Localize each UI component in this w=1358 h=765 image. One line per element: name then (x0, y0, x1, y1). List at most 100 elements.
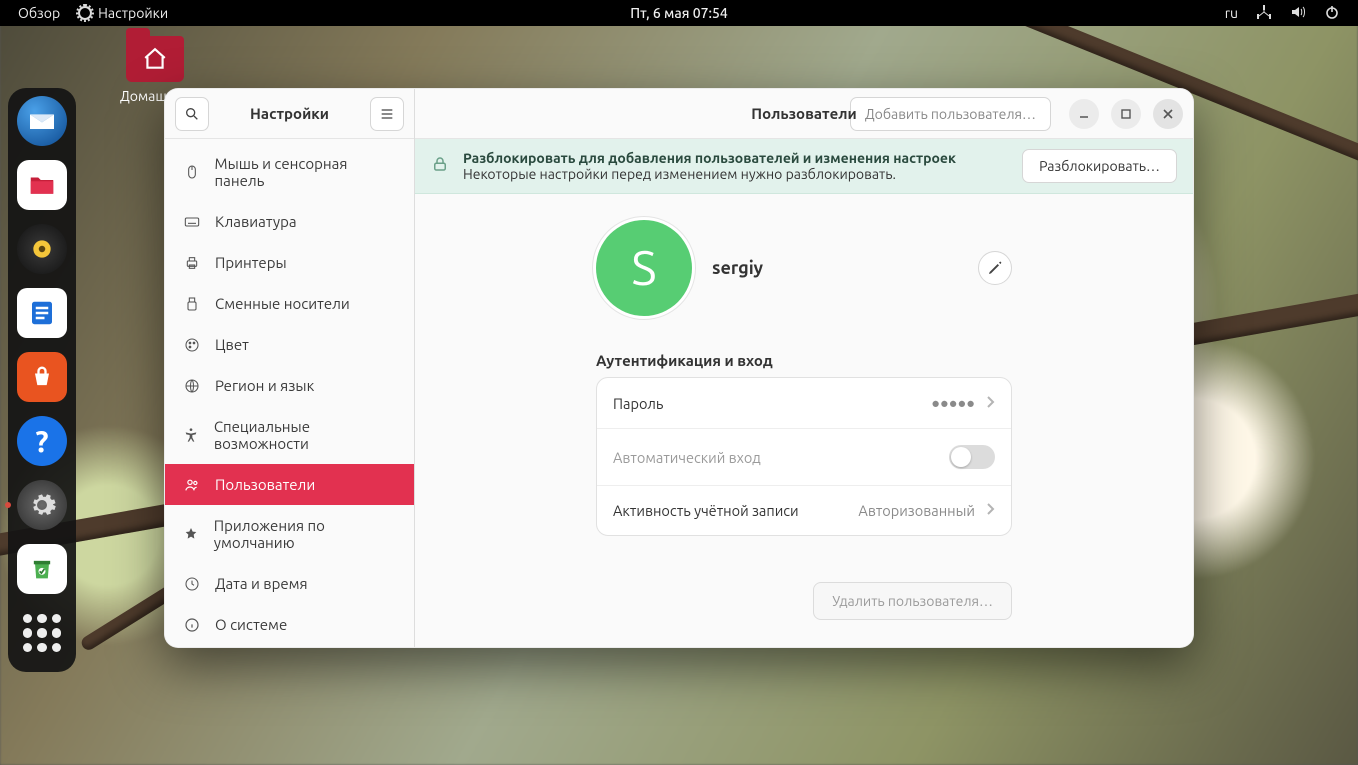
sidebar-item-palette[interactable]: Цвет (165, 324, 414, 365)
sidebar-item-label: Регион и язык (215, 377, 314, 394)
sidebar-item-info[interactable]: О системе (165, 604, 414, 645)
window-maximize-button[interactable] (1111, 99, 1141, 129)
dock-settings[interactable] (17, 480, 67, 530)
edit-user-button[interactable] (978, 251, 1012, 285)
star-icon data-interactable= (183, 526, 200, 542)
lock-icon (431, 155, 449, 177)
autologin-switch[interactable] (949, 445, 995, 469)
minimize-icon (1078, 108, 1090, 120)
sidebar-item-a11y[interactable]: Специальные возможности (165, 406, 414, 464)
search-icon (184, 106, 200, 122)
usb-icon data-interactable= (183, 296, 201, 312)
sidebar-item-label: Мышь и сенсорная панель (215, 155, 396, 189)
sidebar-item-usb[interactable]: Сменные носители (165, 283, 414, 324)
auth-section-label: Аутентификация и вход (596, 352, 1012, 369)
sidebar-item-label: Сменные носители (215, 295, 350, 312)
dock-files[interactable] (17, 160, 67, 210)
user-header: S sergiy (596, 220, 1012, 316)
running-indicator (5, 502, 11, 508)
volume-icon[interactable] (1290, 4, 1306, 23)
sidebar-header: Настройки (165, 89, 414, 139)
gear-icon (78, 6, 92, 20)
top-panel: Обзор Настройки Пт, 6 мая 07:54 ru (0, 0, 1358, 26)
unlock-banner: Разблокировать для добавления пользовате… (415, 139, 1193, 194)
activities-button[interactable]: Обзор (18, 5, 60, 21)
row-activity[interactable]: Активность учётной записи Авторизованный (597, 486, 1011, 535)
row-password-label: Пароль (613, 395, 663, 412)
sidebar-item-mouse[interactable]: Мышь и сенсорная панель (165, 143, 414, 201)
dock-writer[interactable] (17, 288, 67, 338)
sidebar-item-globe[interactable]: Регион и язык (165, 365, 414, 406)
sidebar-item-label: Дата и время (215, 575, 308, 592)
window-close-button[interactable] (1153, 99, 1183, 129)
dock: ? (8, 88, 76, 672)
dock-thunderbird[interactable] (17, 96, 67, 146)
sidebar-item-label: Специальные возможности (214, 418, 396, 452)
menu-button[interactable] (370, 97, 404, 131)
maximize-icon (1120, 108, 1132, 120)
settings-sidebar: Настройки Мышь и сенсорная панель Клавиат… (165, 89, 415, 647)
hamburger-icon (379, 106, 395, 122)
row-autologin-label: Автоматический вход (613, 449, 761, 466)
keyboard-layout-indicator[interactable]: ru (1225, 5, 1238, 21)
sidebar-item-clock[interactable]: Дата и время (165, 563, 414, 604)
app-menu[interactable]: Настройки (78, 5, 168, 21)
sidebar-item-label: Принтеры (215, 254, 287, 271)
sidebar-item-users[interactable]: Пользователи (165, 464, 414, 505)
banner-text: Разблокировать для добавления пользовате… (463, 150, 1008, 182)
window-minimize-button[interactable] (1069, 99, 1099, 129)
palette-icon data-interactable= (183, 337, 201, 353)
settings-main: Пользователи Добавить пользователя… Разб… (415, 89, 1193, 647)
folder-icon (126, 36, 184, 82)
delete-user-button[interactable]: Удалить пользователя… (813, 582, 1012, 620)
sidebar-item-label: Приложения по умолчанию (214, 517, 396, 551)
sidebar-item-label: Клавиатура (215, 213, 297, 230)
content-area: S sergiy Аутентификация и вход Пароль ●●… (415, 194, 1193, 647)
sidebar-item-printer[interactable]: Принтеры (165, 242, 414, 283)
unlock-button[interactable]: Разблокировать… (1022, 149, 1177, 183)
dock-trash[interactable] (17, 544, 67, 594)
banner-sub: Некоторые настройки перед изменением нуж… (463, 166, 1008, 182)
user-name: sergiy (712, 258, 763, 278)
app-menu-label: Настройки (98, 5, 168, 21)
auth-list: Пароль ●●●●● Автоматический вход Активно… (596, 377, 1012, 536)
search-button[interactable] (175, 97, 209, 131)
sidebar-title: Настройки (219, 105, 360, 122)
clock[interactable]: Пт, 6 мая 07:54 (630, 5, 727, 21)
sidebar-item-label: Цвет (215, 336, 249, 353)
row-password-value: ●●●●● (931, 394, 975, 412)
a11y-icon data-interactable= (183, 427, 200, 443)
sidebar-item-star[interactable]: Приложения по умолчанию (165, 505, 414, 563)
sidebar-item-label: О системе (215, 616, 287, 633)
dock-help[interactable]: ? (17, 416, 67, 466)
sidebar-item-label: Пользователи (215, 476, 315, 493)
dock-rhythmbox[interactable] (17, 224, 67, 274)
row-activity-label: Активность учётной записи (613, 502, 799, 519)
apps-grid-icon (23, 614, 61, 652)
users-icon data-interactable= (183, 477, 201, 493)
main-header: Пользователи Добавить пользователя… (415, 89, 1193, 139)
chevron-right-icon (985, 395, 995, 412)
clock-icon data-interactable= (183, 576, 201, 592)
pencil-icon (987, 260, 1003, 276)
dock-software[interactable] (17, 352, 67, 402)
settings-window: Настройки Мышь и сенсорная панель Клавиат… (164, 88, 1194, 648)
close-icon (1162, 108, 1174, 120)
mouse-icon data-interactable= (183, 164, 201, 180)
power-icon[interactable] (1324, 4, 1340, 23)
avatar[interactable]: S (596, 220, 692, 316)
sidebar-item-keyboard[interactable]: Клавиатура (165, 201, 414, 242)
row-password[interactable]: Пароль ●●●●● (597, 378, 1011, 429)
sidebar-list: Мышь и сенсорная панель Клавиатура Принтер… (165, 139, 414, 647)
page-title: Пользователи (751, 105, 856, 122)
banner-heading: Разблокировать для добавления пользовате… (463, 150, 1008, 166)
info-icon data-interactable= (183, 617, 201, 633)
row-autologin: Автоматический вход (597, 429, 1011, 486)
printer-icon data-interactable= (183, 255, 201, 271)
network-icon[interactable] (1256, 4, 1272, 23)
add-user-button[interactable]: Добавить пользователя… (850, 97, 1051, 131)
keyboard-icon data-interactable= (183, 214, 201, 230)
globe-icon data-interactable= (183, 378, 201, 394)
row-activity-value: Авторизованный (858, 502, 975, 519)
dock-show-applications[interactable] (17, 608, 67, 658)
